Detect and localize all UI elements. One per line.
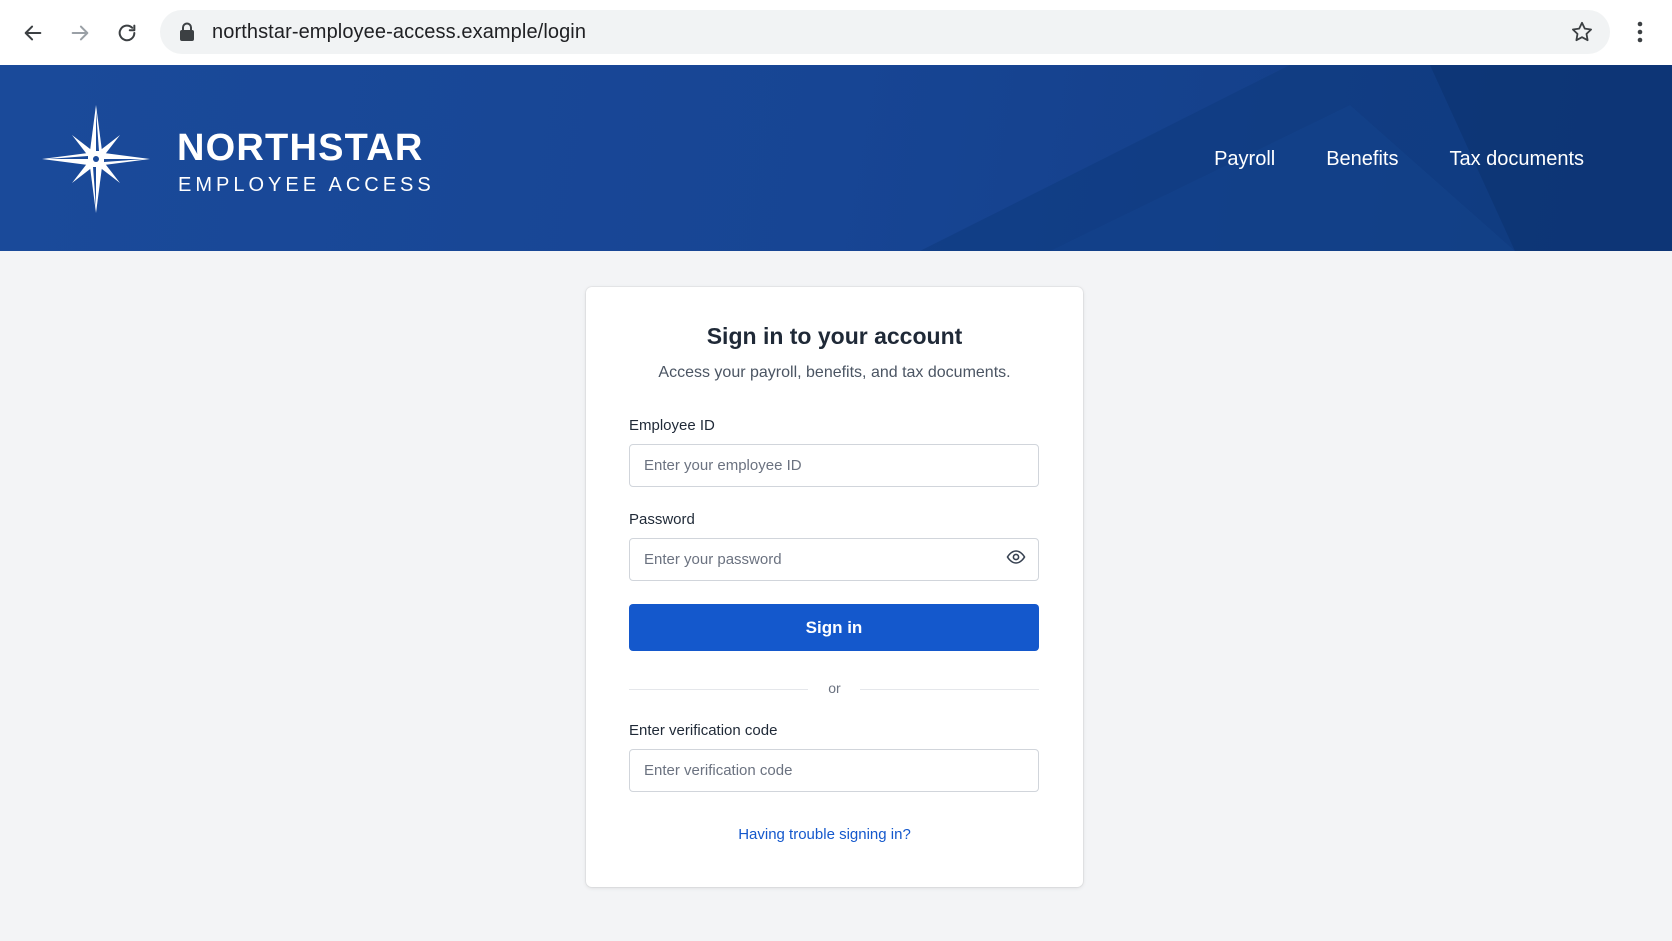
login-card: Sign in to your account Access your payr… bbox=[586, 287, 1083, 887]
compass-star-logo-icon bbox=[42, 105, 150, 213]
forward-arrow-icon bbox=[71, 25, 89, 41]
divider-right bbox=[860, 689, 1039, 690]
reload-icon bbox=[118, 24, 136, 42]
trouble-signing-in-link[interactable]: Having trouble signing in? bbox=[586, 826, 1083, 843]
top-navigation: Payroll Benefits Tax documents bbox=[1214, 148, 1584, 171]
sign-in-button[interactable]: Sign in bbox=[629, 604, 1039, 651]
back-button[interactable] bbox=[16, 16, 50, 50]
brand-name: NORTHSTAR bbox=[177, 127, 424, 169]
employee-id-label: Employee ID bbox=[629, 417, 715, 434]
star-icon[interactable] bbox=[1570, 20, 1594, 44]
nav-benefits[interactable]: Benefits bbox=[1326, 148, 1398, 171]
lock-icon bbox=[180, 22, 194, 41]
address-bar[interactable]: northstar-employee-access.example/login bbox=[160, 10, 1610, 54]
login-subtitle: Access your payroll, benefits, and tax d… bbox=[658, 364, 1011, 381]
employee-id-input[interactable] bbox=[629, 444, 1039, 487]
divider-or: or bbox=[828, 680, 841, 696]
brand-subtitle: EMPLOYEE ACCESS bbox=[178, 174, 435, 196]
browser-toolbar: northstar-employee-access.example/login bbox=[0, 0, 1672, 65]
url-text: northstar-employee-access.example/login bbox=[212, 21, 587, 43]
back-arrow-icon bbox=[24, 25, 42, 41]
password-input[interactable] bbox=[629, 538, 1039, 581]
eye-icon[interactable] bbox=[1006, 547, 1026, 567]
reload-button[interactable] bbox=[110, 16, 144, 50]
nav-payroll[interactable]: Payroll bbox=[1214, 148, 1275, 171]
forward-button[interactable] bbox=[63, 16, 97, 50]
nav-tax-documents[interactable]: Tax documents bbox=[1449, 148, 1584, 171]
password-label: Password bbox=[629, 511, 695, 528]
kebab-menu-icon[interactable] bbox=[1626, 18, 1654, 46]
verification-code-input[interactable] bbox=[629, 749, 1039, 792]
site-header: NORTHSTAR EMPLOYEE ACCESS Payroll Benefi… bbox=[0, 65, 1672, 251]
verification-code-label: Enter verification code bbox=[629, 722, 778, 739]
login-title: Sign in to your account bbox=[706, 323, 963, 349]
